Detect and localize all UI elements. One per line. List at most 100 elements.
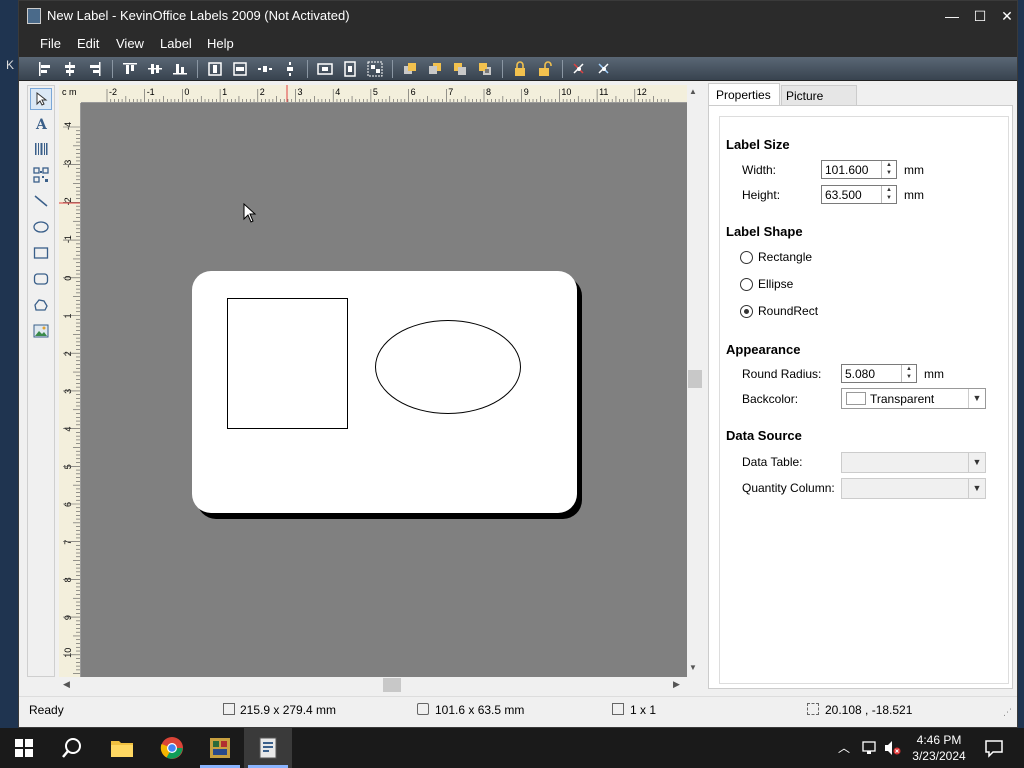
space-horizontal-icon[interactable]	[256, 60, 274, 78]
minimize-button[interactable]: —	[941, 5, 963, 27]
chrome-button[interactable]	[148, 728, 196, 768]
qrcode-tool-icon[interactable]	[30, 164, 52, 186]
menu-label[interactable]: Label	[160, 36, 192, 51]
data-source-heading: Data Source	[726, 428, 802, 443]
send-back-icon[interactable]	[426, 60, 444, 78]
horizontal-scrollbar[interactable]: ◀ ▶	[59, 677, 687, 693]
status-bar: Ready 215.9 x 279.4 mm 101.6 x 63.5 mm 1…	[19, 696, 1017, 720]
group-icon[interactable]	[366, 60, 384, 78]
polygon-tool-icon[interactable]	[30, 294, 52, 316]
unlock-icon[interactable]	[536, 60, 554, 78]
menu-edit[interactable]: Edit	[77, 36, 99, 51]
office-app-button[interactable]	[196, 728, 244, 768]
height-input[interactable]	[822, 186, 880, 203]
height-spin-arrows-icon[interactable]: ▲ ▼	[881, 186, 896, 203]
radio-rectangle-label[interactable]: Rectangle	[758, 250, 812, 264]
rectangle-tool-icon[interactable]	[30, 242, 52, 264]
text-tool-icon[interactable]: A	[30, 113, 52, 135]
same-height-icon[interactable]	[231, 60, 249, 78]
center-vertical-icon[interactable]	[341, 60, 359, 78]
ruler-left-label: 9	[63, 615, 73, 620]
ellipse-tool-icon[interactable]	[30, 216, 52, 238]
line-tool-icon[interactable]	[30, 190, 52, 212]
folder-icon	[111, 741, 133, 757]
align-center-icon[interactable]	[61, 60, 79, 78]
design-canvas[interactable]	[81, 103, 687, 677]
title-bar[interactable]: New Label - KevinOffice Labels 2009 (Not…	[19, 1, 1017, 31]
align-middle-icon[interactable]	[146, 60, 164, 78]
horizontal-scroll-thumb[interactable]	[383, 678, 401, 692]
ruler-left-label: 1	[63, 313, 73, 318]
barcode-tool-icon[interactable]	[30, 138, 52, 160]
menu-view[interactable]: View	[116, 36, 144, 51]
chevron-down-icon[interactable]: ▼	[968, 389, 985, 408]
ruler-left-label: 2	[63, 351, 73, 356]
scroll-left-icon[interactable]: ◀	[63, 679, 70, 690]
search-button[interactable]	[48, 728, 96, 768]
width-spin-arrows-icon[interactable]: ▲ ▼	[881, 161, 896, 178]
width-spinbox[interactable]: ▲▼	[821, 160, 897, 179]
chevron-down-icon[interactable]: ▼	[968, 479, 985, 498]
resize-grip-icon[interactable]: ⋰	[1003, 707, 1012, 718]
rotate-right-icon[interactable]	[595, 60, 613, 78]
height-spinbox[interactable]: ▲▼	[821, 185, 897, 204]
ruler-left-label: 0	[63, 276, 73, 281]
vertical-scrollbar[interactable]: ▲ ▼	[687, 85, 703, 677]
round-radius-input[interactable]	[842, 365, 900, 382]
ruler-top-label: 8	[486, 87, 491, 97]
radio-roundrect[interactable]	[740, 305, 753, 318]
radio-rectangle[interactable]	[740, 251, 753, 264]
bring-front-icon[interactable]	[401, 60, 419, 78]
scroll-up-icon[interactable]: ▲	[689, 87, 697, 96]
windows-icon	[15, 739, 33, 757]
tab-picture-library[interactable]: Picture Library	[781, 85, 857, 117]
quantity-column-combo[interactable]: ▼	[841, 478, 986, 499]
menu-help[interactable]: Help	[207, 36, 234, 51]
send-backward-icon[interactable]	[476, 60, 494, 78]
picture-tool-icon[interactable]	[30, 320, 52, 342]
align-right-icon[interactable]	[86, 60, 104, 78]
chevron-down-icon[interactable]: ▼	[968, 453, 985, 472]
space-vertical-icon[interactable]	[281, 60, 299, 78]
round-radius-spinbox[interactable]: ▲▼	[841, 364, 917, 383]
appearance-heading: Appearance	[726, 342, 801, 357]
close-button[interactable]: ✕	[996, 5, 1018, 27]
pointer-tool-icon[interactable]	[30, 88, 52, 110]
maximize-button[interactable]: ☐	[969, 5, 991, 27]
width-input[interactable]	[822, 161, 880, 178]
center-horizontal-icon[interactable]	[316, 60, 334, 78]
align-left-icon[interactable]	[36, 60, 54, 78]
scroll-right-icon[interactable]: ▶	[673, 679, 680, 690]
toolbar-separator	[197, 60, 198, 78]
menu-bar: File Edit View Label Help	[19, 31, 1017, 57]
radio-roundrect-label[interactable]: RoundRect	[758, 304, 818, 318]
file-explorer-button[interactable]	[98, 728, 146, 768]
volume-muted-icon[interactable]	[884, 740, 902, 756]
same-width-icon[interactable]	[206, 60, 224, 78]
radius-spin-arrows-icon[interactable]: ▲ ▼	[901, 365, 916, 382]
align-top-icon[interactable]	[121, 60, 139, 78]
tab-properties[interactable]: Properties	[708, 83, 780, 105]
label-rectangle-shape[interactable]	[227, 298, 348, 429]
align-bottom-icon[interactable]	[171, 60, 189, 78]
vertical-scroll-thumb[interactable]	[688, 370, 702, 388]
start-button[interactable]	[0, 728, 48, 768]
backcolor-combo[interactable]: Transparent ▼	[841, 388, 986, 409]
kevinoffice-labels-button[interactable]	[244, 728, 292, 768]
rotate-left-icon[interactable]	[570, 60, 588, 78]
data-table-combo[interactable]: ▼	[841, 452, 986, 473]
bring-forward-icon[interactable]	[451, 60, 469, 78]
lock-icon[interactable]	[511, 60, 529, 78]
ruler-top-label: 7	[448, 87, 453, 97]
menu-file[interactable]: File	[40, 36, 61, 51]
label-ellipse-shape[interactable]	[375, 320, 521, 414]
network-icon[interactable]	[862, 740, 878, 756]
label-surface[interactable]	[192, 271, 577, 513]
system-clock[interactable]: 4:46 PM 3/23/2024	[906, 732, 972, 764]
radio-ellipse[interactable]	[740, 278, 753, 291]
notification-icon[interactable]	[984, 738, 1004, 758]
chevron-up-icon[interactable]: ︿	[838, 739, 850, 756]
scroll-down-icon[interactable]: ▼	[689, 663, 697, 672]
roundrect-tool-icon[interactable]	[30, 268, 52, 290]
radio-ellipse-label[interactable]: Ellipse	[758, 277, 793, 291]
